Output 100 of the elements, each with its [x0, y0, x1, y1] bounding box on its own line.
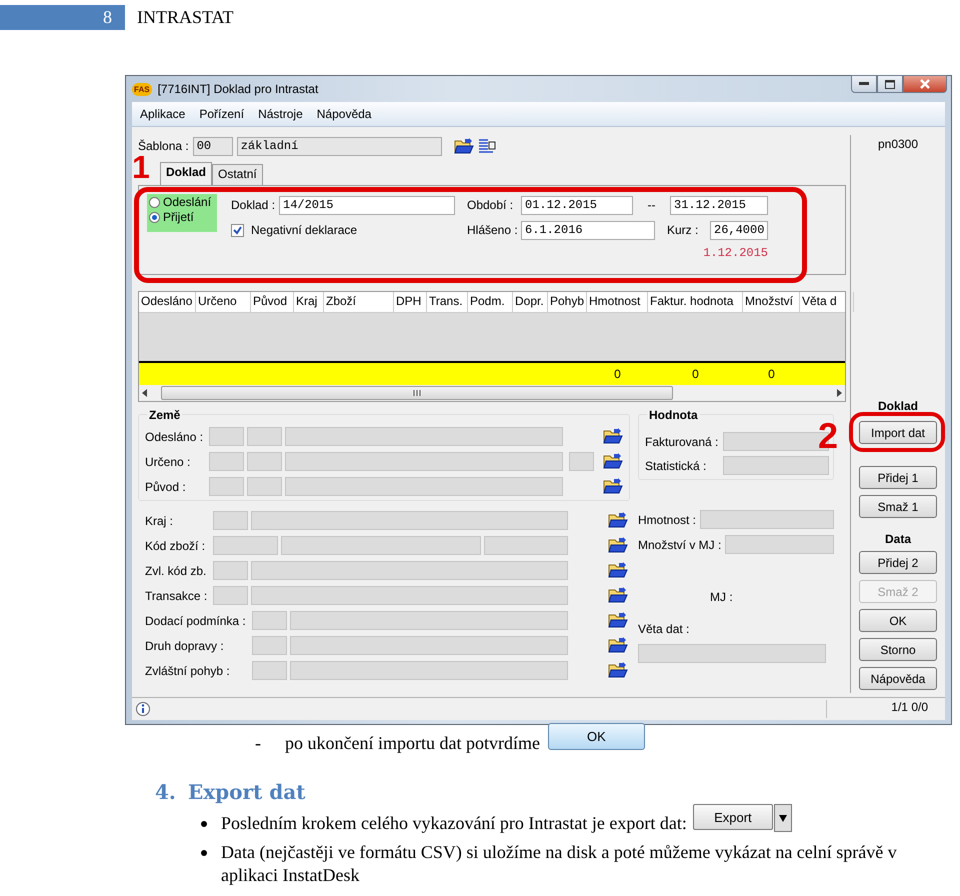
action-button[interactable]: Import dat: [859, 421, 937, 444]
tab[interactable]: Doklad: [160, 162, 212, 186]
bullet-text: Posledním krokem celého vykazování pro Intrastat je export dat:: [221, 812, 687, 835]
column-header[interactable]: Podm.: [468, 292, 513, 312]
input-field[interactable]: [285, 477, 563, 496]
action-button[interactable]: Smaž 1: [859, 495, 937, 518]
section-title: Data: [884, 532, 911, 548]
input-field[interactable]: [638, 644, 826, 663]
folder-icon[interactable]: [608, 537, 628, 554]
action-button[interactable]: OK: [859, 609, 937, 632]
column-header[interactable]: Množství: [743, 292, 800, 312]
input-field[interactable]: [285, 452, 563, 471]
input-field[interactable]: 26,4000: [710, 220, 768, 240]
callout-number: 1: [132, 151, 150, 183]
column-header[interactable]: Pohyb: [548, 292, 587, 312]
menu-item[interactable]: Nápověda: [316, 107, 372, 121]
scrollbar-thumb[interactable]: [161, 386, 673, 400]
field-label: Statistická :: [645, 458, 706, 472]
export-button-image: Export: [692, 804, 773, 830]
input-field[interactable]: [484, 536, 568, 555]
input-field[interactable]: [281, 536, 481, 555]
input-field[interactable]: 31.12.2015: [670, 196, 768, 214]
folder-icon[interactable]: [608, 587, 628, 604]
field-label: Zvláštní pohyb :: [145, 664, 231, 678]
tab[interactable]: Ostatní: [212, 164, 263, 185]
input-field[interactable]: [252, 661, 287, 680]
folder-icon[interactable]: [603, 478, 623, 495]
folder-icon[interactable]: [608, 637, 628, 654]
folder-icon[interactable]: [454, 138, 474, 154]
input-field[interactable]: [285, 427, 563, 446]
column-header[interactable]: Hmotnost: [587, 292, 648, 312]
input-field[interactable]: [247, 452, 282, 471]
checkbox[interactable]: Negativní deklarace: [231, 223, 455, 237]
section-heading: Export dat: [188, 780, 306, 804]
column-header[interactable]: Původ: [251, 292, 294, 312]
input-field[interactable]: [209, 427, 244, 446]
column-header[interactable]: Trans.: [427, 292, 468, 312]
input-field[interactable]: základní: [236, 136, 442, 156]
input-field[interactable]: 14/2015: [279, 196, 455, 214]
input-field[interactable]: [209, 452, 244, 471]
group-title: Země: [147, 408, 182, 422]
input-field[interactable]: [290, 661, 568, 680]
input-field[interactable]: [252, 611, 287, 630]
column-header[interactable]: Zboží: [324, 292, 394, 312]
input-field[interactable]: 01.12.2015: [521, 196, 633, 214]
column-header[interactable]: Dopr.: [513, 292, 548, 312]
action-button[interactable]: Přidej 2: [859, 551, 937, 574]
close-button[interactable]: [903, 75, 947, 93]
input-field[interactable]: [290, 611, 568, 630]
menu-item[interactable]: Pořízení: [199, 107, 244, 121]
input-field[interactable]: [252, 636, 287, 655]
input-field[interactable]: [700, 510, 834, 529]
folder-icon[interactable]: [603, 453, 623, 470]
input-field[interactable]: [247, 427, 282, 446]
input-field[interactable]: [213, 561, 248, 580]
column-header[interactable]: Odesláno: [139, 292, 196, 312]
field-label: Odesláno :: [145, 430, 204, 444]
list-icon[interactable]: [478, 138, 496, 154]
minimize-button[interactable]: [851, 75, 877, 93]
folder-icon[interactable]: [608, 662, 628, 679]
field-label: Doklad :: [231, 198, 276, 212]
action-button[interactable]: Storno: [859, 638, 937, 661]
input-field[interactable]: [290, 636, 568, 655]
column-header[interactable]: Určeno: [196, 292, 251, 312]
horizontal-scrollbar[interactable]: [139, 385, 845, 401]
section-title: Doklad: [878, 399, 918, 415]
column-header[interactable]: Kraj: [294, 292, 324, 312]
input-field[interactable]: [251, 561, 568, 580]
radio-button[interactable]: Odeslání: [149, 195, 215, 209]
record-position: 1/1 0/0: [826, 700, 942, 718]
field-label: Šablona :: [138, 139, 189, 153]
folder-icon[interactable]: [608, 562, 628, 579]
maximize-button[interactable]: [877, 75, 903, 93]
scroll-right-icon[interactable]: [835, 389, 843, 397]
input-field[interactable]: [569, 452, 594, 471]
column-header[interactable]: DPH: [394, 292, 427, 312]
folder-icon[interactable]: [603, 428, 623, 445]
menu-item[interactable]: Aplikace: [140, 107, 186, 121]
input-field[interactable]: [251, 586, 568, 605]
input-field[interactable]: 6.1.2016: [521, 220, 655, 240]
input-field[interactable]: 00: [192, 136, 233, 156]
column-header[interactable]: Věta d: [800, 292, 854, 312]
column-header[interactable]: Faktur. hodnota: [648, 292, 743, 312]
menu-item[interactable]: Nástroje: [258, 107, 303, 121]
input-field[interactable]: [213, 586, 248, 605]
input-field[interactable]: [213, 511, 248, 530]
input-field[interactable]: [213, 536, 278, 555]
input-field[interactable]: [251, 511, 568, 530]
input-field[interactable]: [725, 535, 834, 554]
action-button[interactable]: Nápověda: [859, 667, 937, 690]
input-field[interactable]: [247, 477, 282, 496]
input-field[interactable]: [723, 456, 829, 475]
radio-button[interactable]: Přijetí: [149, 210, 215, 224]
input-field[interactable]: [209, 477, 244, 496]
action-button[interactable]: Přidej 1: [859, 466, 937, 489]
maximize-icon: [885, 80, 895, 88]
folder-icon[interactable]: [608, 612, 628, 629]
bullet-icon: [201, 821, 207, 827]
scroll-left-icon[interactable]: [141, 389, 149, 397]
folder-icon[interactable]: [608, 512, 628, 529]
